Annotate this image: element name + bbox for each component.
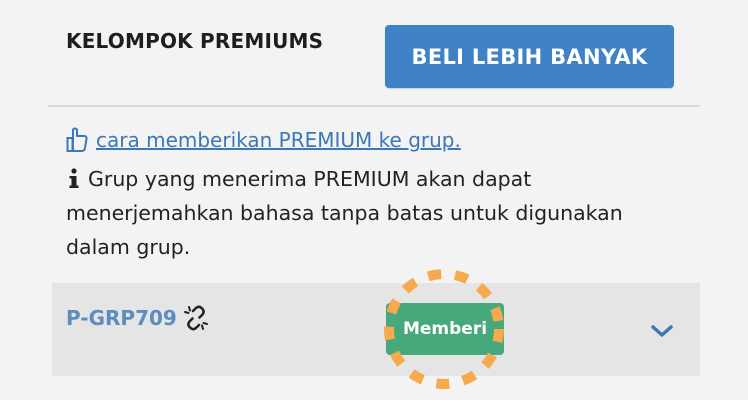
broken-link-icon <box>183 305 208 331</box>
give-premium-button[interactable]: Memberi <box>386 303 504 355</box>
group-name-label: P-GRP709 <box>66 306 177 330</box>
page-title: KELOMPOK PREMIUMS <box>66 29 324 53</box>
divider <box>48 105 700 107</box>
thumbs-up-pointing-icon <box>66 127 88 152</box>
how-to-give-premium-link[interactable]: cara memberikan PREMIUM ke grup. <box>96 128 461 152</box>
info-text: Grup yang menerima PREMIUM akan dapat me… <box>66 167 623 259</box>
help-row: cara memberikan PREMIUM ke grup. <box>66 124 461 156</box>
group-row: P-GRP709 Memberi <box>52 283 700 376</box>
buy-more-button[interactable]: BELI LEBIH BANYAK <box>385 25 674 88</box>
group-name: P-GRP709 <box>66 305 209 331</box>
premium-groups-header: KELOMPOK PREMIUMS BELI LEBIH BANYAK <box>0 0 748 106</box>
chevron-down-icon[interactable] <box>650 323 674 339</box>
info-icon <box>69 168 79 188</box>
info-text-block: Grup yang menerima PREMIUM akan dapat me… <box>66 162 626 264</box>
